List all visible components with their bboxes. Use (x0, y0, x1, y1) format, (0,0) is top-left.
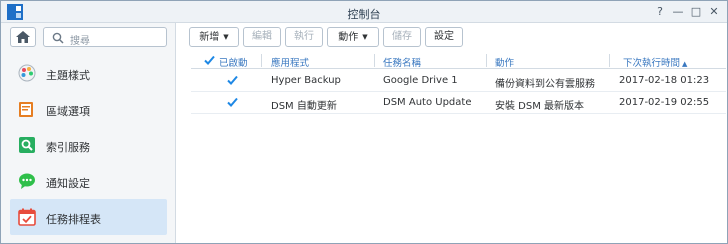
column-header-next-run[interactable]: 下次執行時間 ▲ (623, 55, 687, 69)
column-divider (261, 54, 262, 67)
action-label: 動作 (338, 32, 359, 43)
cell-next-run: 2017-02-19 02:55 (619, 97, 710, 108)
cell-task-name: Google Drive 1 (383, 75, 458, 86)
home-icon (16, 31, 30, 43)
table-row[interactable]: Hyper Backup Google Drive 1 備份資料到公有雲服務 2… (191, 70, 726, 92)
main-panel: 新增 ▼ 編輯 執行 動作 ▼ 儲存 設定 已啟動 應用程式 任務名稱 動作 下次執… (177, 23, 727, 243)
sidebar-item-notification[interactable]: 通知設定 (10, 163, 167, 199)
toolbar: 新增 ▼ 編輯 執行 動作 ▼ 儲存 設定 (177, 23, 727, 50)
cell-application: Hyper Backup (271, 75, 341, 86)
create-button[interactable]: 新增 ▼ (189, 27, 239, 47)
search-input[interactable]: 搜尋 (43, 27, 167, 47)
enabled-checkbox[interactable] (226, 96, 239, 109)
column-header-action[interactable]: 動作 (495, 55, 514, 69)
column-header-enabled[interactable]: 已啟動 (219, 55, 248, 69)
index-search-icon (19, 137, 35, 153)
title-bar: 控制台 ? — □ ✕ (1, 1, 727, 23)
cell-action: 安裝 DSM 最新版本 (495, 101, 585, 112)
settings-button[interactable]: 設定 (425, 27, 463, 47)
close-icon[interactable]: ✕ (707, 5, 721, 19)
cell-task-name: DSM Auto Update (383, 97, 472, 108)
help-icon[interactable]: ? (653, 5, 667, 19)
palette-icon (18, 64, 36, 82)
sidebar-item-theme[interactable]: 主題樣式 (10, 55, 167, 91)
grid-header: 已啟動 應用程式 任務名稱 動作 下次執行時間 ▲ (191, 52, 726, 69)
notification-icon (19, 173, 35, 189)
create-label: 新增 (199, 32, 220, 43)
chevron-down-icon: ▼ (362, 33, 368, 41)
regional-icon (19, 102, 33, 117)
next-run-label: 下次執行時間 (623, 58, 681, 69)
sidebar-item-label: 區域選項 (46, 105, 90, 118)
minimize-icon[interactable]: — (671, 5, 685, 19)
edit-button[interactable]: 編輯 (243, 27, 281, 47)
window-title: 控制台 (347, 8, 381, 21)
column-header-application[interactable]: 應用程式 (271, 55, 309, 69)
sidebar-item-regional[interactable]: 區域選項 (10, 91, 167, 127)
column-divider (609, 54, 610, 67)
column-divider (486, 54, 487, 67)
home-button[interactable] (10, 27, 36, 47)
sidebar-item-label: 主題樣式 (46, 69, 90, 82)
search-icon (52, 32, 64, 44)
cell-action: 備份資料到公有雲服務 (495, 79, 595, 90)
calendar-check-icon (18, 208, 36, 226)
sidebar-item-task-scheduler[interactable]: 任務排程表 (10, 199, 167, 235)
column-divider (374, 54, 375, 67)
control-panel-window: 控制台 ? — □ ✕ 搜尋 主題樣式 區域選項 索引服務 通知設定 任務排程表… (0, 0, 728, 244)
cell-next-run: 2017-02-18 01:23 (619, 75, 710, 86)
search-placeholder: 搜尋 (70, 36, 90, 47)
run-button[interactable]: 執行 (285, 27, 323, 47)
maximize-icon[interactable]: □ (689, 5, 703, 19)
select-all-checkbox[interactable] (203, 54, 216, 67)
action-button[interactable]: 動作 ▼ (327, 27, 379, 47)
sidebar-item-label: 索引服務 (46, 141, 90, 154)
chevron-down-icon: ▼ (223, 33, 229, 41)
table-row[interactable]: DSM 自動更新 DSM Auto Update 安裝 DSM 最新版本 201… (191, 92, 726, 114)
column-header-task-name[interactable]: 任務名稱 (383, 55, 421, 69)
enabled-checkbox[interactable] (226, 74, 239, 87)
sidebar-item-label: 通知設定 (46, 177, 90, 190)
sort-ascending-icon: ▲ (682, 60, 688, 68)
sidebar: 搜尋 主題樣式 區域選項 索引服務 通知設定 任務排程表 (1, 23, 176, 243)
sidebar-item-label: 任務排程表 (46, 213, 101, 226)
save-button[interactable]: 儲存 (383, 27, 421, 47)
cell-application: DSM 自動更新 (271, 101, 337, 112)
sidebar-item-index[interactable]: 索引服務 (10, 127, 167, 163)
